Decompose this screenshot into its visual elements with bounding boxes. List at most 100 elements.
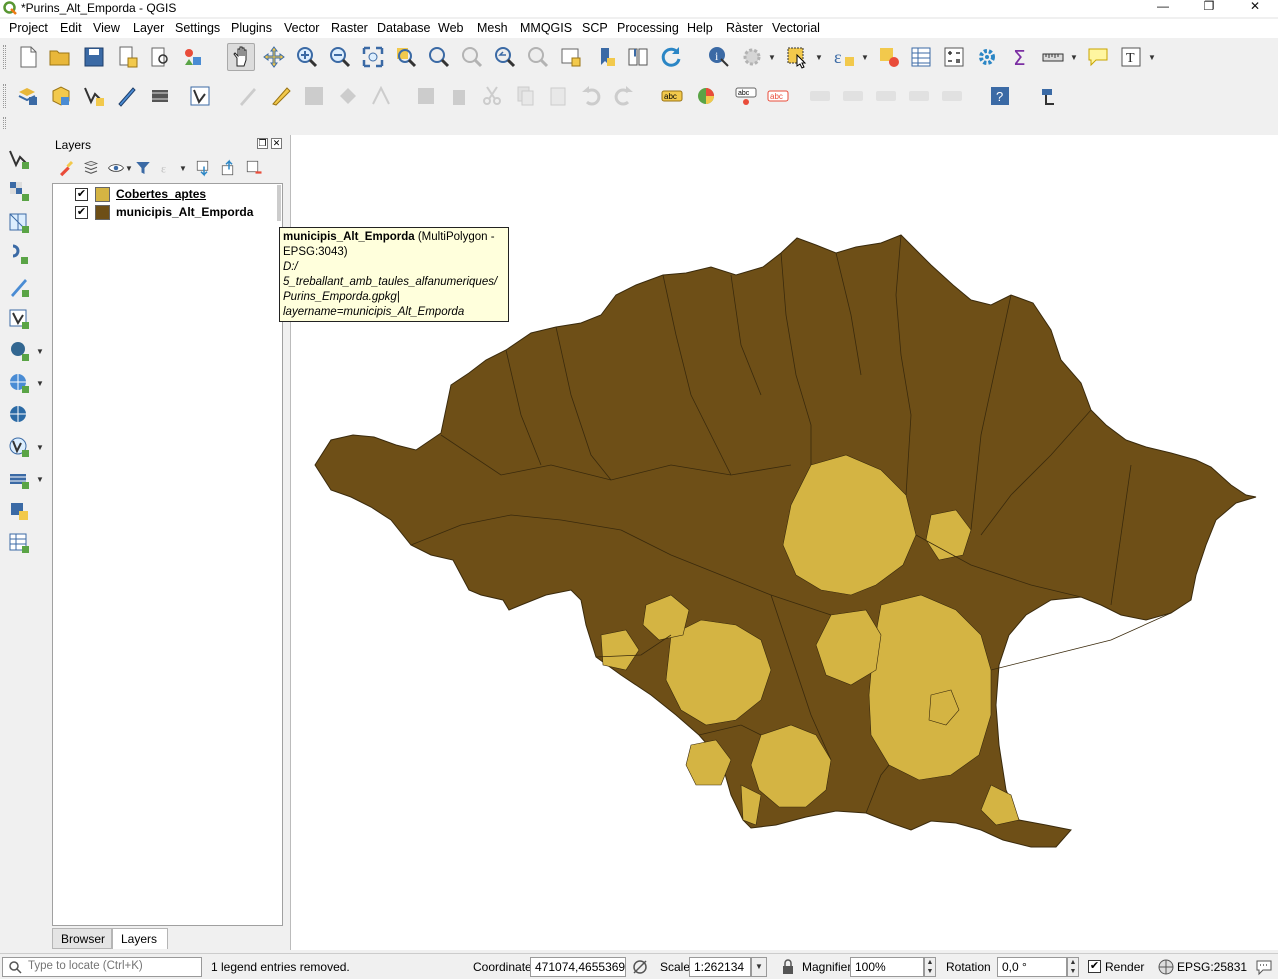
add-feature-icon[interactable] bbox=[334, 82, 362, 110]
cut-features-icon[interactable] bbox=[478, 82, 506, 110]
select-value-dropdown-icon[interactable]: ▼ bbox=[861, 43, 869, 71]
zoom-last-icon[interactable] bbox=[491, 43, 519, 71]
add-vector-tile-dropdown-icon[interactable]: ▼ bbox=[36, 465, 44, 493]
layer-symbol-swatch[interactable] bbox=[95, 187, 110, 202]
menu-edit[interactable]: Edit bbox=[60, 21, 82, 35]
render-checkbox[interactable]: ✔ bbox=[1088, 960, 1101, 973]
show-bookmarks-icon[interactable] bbox=[624, 43, 652, 71]
new-project-icon[interactable] bbox=[14, 43, 42, 71]
zoom-next-icon[interactable] bbox=[524, 43, 552, 71]
manage-visibility-icon[interactable] bbox=[105, 157, 127, 179]
toolbar-grip-2[interactable] bbox=[3, 84, 6, 108]
menu-vectorial[interactable]: Vectorial bbox=[772, 21, 820, 35]
add-wfs-layer-icon[interactable] bbox=[5, 401, 33, 429]
layer-diagram-icon[interactable] bbox=[186, 82, 214, 110]
show-hide-labels-icon[interactable] bbox=[839, 82, 867, 110]
text-annotation-icon[interactable]: T bbox=[1117, 43, 1145, 71]
new-geopackage-layer-icon[interactable] bbox=[47, 82, 75, 110]
save-edits-icon[interactable] bbox=[300, 82, 328, 110]
refresh-icon[interactable] bbox=[657, 43, 685, 71]
run-action-icon[interactable] bbox=[738, 43, 766, 71]
add-wms-dropdown-icon[interactable]: ▼ bbox=[36, 369, 44, 397]
change-label-icon[interactable] bbox=[905, 82, 933, 110]
magnifier-field[interactable]: 100% bbox=[850, 957, 924, 977]
open-project-icon[interactable] bbox=[46, 43, 74, 71]
redo-icon[interactable] bbox=[610, 82, 638, 110]
tab-layers[interactable]: Layers bbox=[112, 928, 168, 949]
highlight-labels-icon[interactable]: abc bbox=[764, 82, 792, 110]
label-properties-icon[interactable] bbox=[938, 82, 966, 110]
menu-settings[interactable]: Settings bbox=[175, 21, 220, 35]
add-arcgis-dropdown-icon[interactable]: ▼ bbox=[36, 433, 44, 461]
messages-icon[interactable] bbox=[1255, 958, 1273, 976]
undock-panel-icon[interactable]: ❐ bbox=[257, 138, 268, 149]
new-print-layout-icon[interactable] bbox=[113, 43, 141, 71]
delete-selected-icon[interactable] bbox=[445, 82, 473, 110]
toolbar-grip-3[interactable] bbox=[3, 117, 6, 129]
toolbar-grip[interactable] bbox=[3, 45, 6, 69]
tab-browser[interactable]: Browser bbox=[52, 928, 112, 949]
layout-manager-icon[interactable] bbox=[146, 43, 174, 71]
close-panel-icon[interactable]: ✕ bbox=[271, 138, 282, 149]
layer-row-cobertes[interactable]: ✔ Cobertes_aptes bbox=[53, 185, 282, 203]
menu-vector[interactable]: Vector bbox=[284, 21, 319, 35]
pan-to-selection-icon[interactable] bbox=[260, 43, 288, 71]
move-label-icon[interactable] bbox=[806, 82, 834, 110]
locator-bar[interactable] bbox=[2, 957, 202, 977]
pin-labels-icon[interactable]: abc bbox=[732, 82, 760, 110]
add-postgis-icon[interactable] bbox=[5, 337, 33, 365]
menu-database[interactable]: Database bbox=[377, 21, 431, 35]
vertex-tool-icon[interactable] bbox=[367, 82, 395, 110]
layer-diagram-options-icon[interactable] bbox=[692, 82, 720, 110]
add-wms-layer-icon[interactable] bbox=[5, 369, 33, 397]
close-button[interactable]: ✕ bbox=[1232, 0, 1278, 17]
collapse-all-icon[interactable] bbox=[218, 157, 240, 179]
add-delimited-text-icon[interactable] bbox=[5, 241, 33, 269]
new-shapefile-layer-icon[interactable] bbox=[80, 82, 108, 110]
data-source-manager-icon[interactable] bbox=[14, 82, 42, 110]
new-map-view-icon[interactable] bbox=[557, 43, 585, 71]
menu-raster[interactable]: Raster bbox=[331, 21, 368, 35]
lock-scale-icon[interactable] bbox=[779, 958, 797, 976]
identify-features-icon[interactable]: i bbox=[705, 43, 733, 71]
map-tips-icon[interactable] bbox=[1084, 43, 1112, 71]
layer-tree-scrollbar[interactable] bbox=[277, 185, 281, 221]
annotation-dropdown-icon[interactable]: ▼ bbox=[1148, 43, 1156, 71]
add-arcgis-layer-icon[interactable] bbox=[5, 433, 33, 461]
modify-attributes-icon[interactable] bbox=[412, 82, 440, 110]
add-postgis-dropdown-icon[interactable]: ▼ bbox=[36, 337, 44, 365]
field-calculator-icon[interactable] bbox=[940, 43, 968, 71]
new-spatial-bookmark-icon[interactable] bbox=[5, 529, 33, 557]
crs-label[interactable]: EPSG:25831 bbox=[1177, 960, 1247, 974]
processing-toolbox-icon[interactable] bbox=[973, 43, 1001, 71]
attribute-table-icon[interactable] bbox=[907, 43, 935, 71]
new-temporary-layer-icon[interactable] bbox=[113, 82, 141, 110]
rotate-label-icon[interactable] bbox=[872, 82, 900, 110]
statistical-summary-icon[interactable]: Σ bbox=[1006, 43, 1034, 71]
add-vector-layer-icon[interactable] bbox=[5, 145, 33, 173]
toggle-editing-icon[interactable] bbox=[267, 82, 295, 110]
style-manager-icon[interactable] bbox=[179, 43, 207, 71]
add-spatialite-icon[interactable] bbox=[5, 273, 33, 301]
current-edits-icon[interactable] bbox=[234, 82, 262, 110]
scale-field[interactable]: 1:262134 bbox=[689, 957, 751, 977]
zoom-native-icon[interactable] bbox=[458, 43, 486, 71]
remove-layer-icon[interactable] bbox=[243, 157, 265, 179]
crs-globe-icon[interactable] bbox=[1157, 958, 1175, 976]
menu-web[interactable]: Web bbox=[438, 21, 463, 35]
layer-row-municipis[interactable]: ✔ municipis_Alt_Emporda bbox=[53, 203, 282, 221]
measure-dropdown-icon[interactable]: ▼ bbox=[1070, 43, 1078, 71]
deselect-all-icon[interactable] bbox=[875, 43, 903, 71]
add-virtual-layer-icon[interactable] bbox=[5, 305, 33, 333]
paste-features-icon[interactable] bbox=[544, 82, 572, 110]
menu-mesh[interactable]: Mesh bbox=[477, 21, 508, 35]
add-mesh-layer-icon[interactable] bbox=[5, 209, 33, 237]
filter-by-expression-icon[interactable]: ε bbox=[156, 157, 178, 179]
pan-map-icon[interactable] bbox=[227, 43, 255, 71]
zoom-full-icon[interactable] bbox=[359, 43, 387, 71]
undo-icon[interactable] bbox=[577, 82, 605, 110]
add-vector-tile-icon[interactable] bbox=[5, 465, 33, 493]
menu-project[interactable]: Project bbox=[9, 21, 48, 35]
zoom-in-icon[interactable] bbox=[293, 43, 321, 71]
select-dropdown-icon[interactable]: ▼ bbox=[815, 43, 823, 71]
